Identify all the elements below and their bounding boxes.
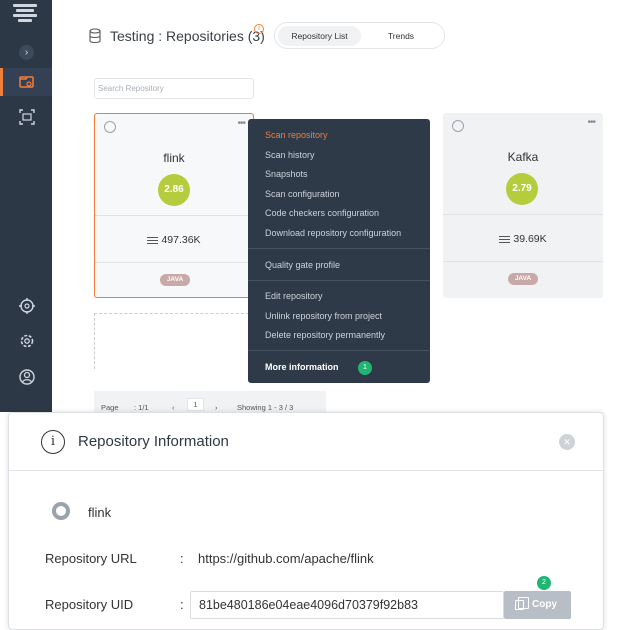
page-label: Page: [101, 403, 119, 412]
repo-name: Kafka: [507, 150, 539, 164]
step-badge-1: 1: [358, 361, 372, 375]
score-badge: 2.79: [506, 173, 538, 205]
menu-item-unlink-repository[interactable]: Unlink repository from project: [265, 311, 382, 321]
prev-page-icon[interactable]: ‹: [172, 403, 175, 412]
repo-context-menu: Scan repository Scan history Snapshots S…: [248, 119, 430, 383]
repo-size: 39.69K: [443, 233, 603, 245]
menu-item-quality-gate[interactable]: Quality gate profile: [265, 260, 340, 270]
gear-icon[interactable]: [18, 332, 36, 350]
database-icon: [89, 28, 101, 44]
github-icon: [452, 120, 464, 132]
repo-card-flink[interactable]: ••• flink 2.86 497.36K JAVA: [94, 113, 254, 298]
scan-icon[interactable]: [18, 108, 36, 126]
modal-title: Repository Information: [78, 433, 229, 450]
modal-header: i Repository Information ✕: [9, 413, 603, 471]
repo-size: 497.36K: [95, 234, 253, 246]
menu-item-code-checkers[interactable]: Code checkers configuration: [265, 208, 379, 218]
repo-url-value: https://github.com/apache/flink: [198, 551, 374, 566]
step-badge-2: 2: [537, 576, 551, 590]
page-of: : 1/1: [134, 403, 149, 412]
score-badge: 2.86: [158, 174, 190, 206]
info-dot-icon[interactable]: i: [254, 24, 264, 34]
info-icon: i: [41, 430, 65, 454]
copy-button[interactable]: Copy: [504, 591, 571, 619]
lines-icon: [499, 235, 511, 243]
lines-icon: [147, 236, 159, 244]
menu-item-more-information[interactable]: More information: [265, 362, 339, 372]
sidebar: ›: [0, 0, 52, 412]
settings-sliders-icon[interactable]: [18, 297, 36, 315]
github-icon: [52, 502, 70, 520]
showing-count: Showing 1 - 3 / 3: [237, 403, 294, 412]
add-repository-placeholder[interactable]: [94, 313, 254, 369]
language-badge: JAVA: [508, 273, 538, 285]
app-root: › Testing : Repositories (3) i Repositor…: [0, 0, 633, 630]
repo-uid-field[interactable]: 81be480186e04eae4096d70379f92b83: [190, 591, 504, 619]
view-tabs: Repository List Trends: [274, 22, 445, 49]
repo-url-label: Repository URL: [45, 551, 137, 566]
page-title-text: Testing : Repositories (3): [110, 28, 265, 44]
page-title: Testing : Repositories (3): [88, 28, 265, 44]
logo-icon[interactable]: [13, 4, 37, 26]
menu-item-delete-repository[interactable]: Delete repository permanently: [265, 330, 385, 340]
pagination: Page : 1/1 ‹ 1 › Showing 1 - 3 / 3: [94, 391, 326, 413]
search-input[interactable]: Search Repository: [94, 78, 254, 99]
menu-item-scan-repository[interactable]: Scan repository: [265, 130, 328, 140]
tab-trends[interactable]: Trends: [361, 26, 441, 46]
menu-item-edit-repository[interactable]: Edit repository: [265, 291, 323, 301]
menu-item-scan-configuration[interactable]: Scan configuration: [265, 189, 340, 199]
copy-icon: [515, 597, 529, 610]
user-icon[interactable]: [18, 368, 36, 386]
more-icon[interactable]: •••: [587, 117, 595, 128]
repo-uid-label: Repository UID: [45, 597, 134, 612]
github-icon: [104, 121, 116, 133]
tab-repository-list[interactable]: Repository List: [278, 25, 361, 46]
menu-item-download-config[interactable]: Download repository configuration: [265, 228, 401, 238]
close-icon[interactable]: ✕: [559, 434, 575, 450]
expand-icon[interactable]: ›: [19, 45, 34, 60]
menu-item-snapshots[interactable]: Snapshots: [265, 169, 308, 179]
page-number[interactable]: 1: [187, 398, 204, 411]
repo-card-kafka[interactable]: ••• Kafka 2.79 39.69K JAVA: [443, 113, 603, 298]
language-badge: JAVA: [160, 274, 190, 286]
repo-name: flink: [163, 151, 185, 165]
menu-item-scan-history[interactable]: Scan history: [265, 150, 315, 160]
next-page-icon[interactable]: ›: [215, 403, 218, 412]
more-icon[interactable]: •••: [237, 118, 245, 129]
repository-info-modal: i Repository Information ✕ flink Reposit…: [8, 412, 604, 630]
repositories-icon[interactable]: [18, 73, 36, 91]
modal-repo-name: flink: [88, 505, 112, 520]
